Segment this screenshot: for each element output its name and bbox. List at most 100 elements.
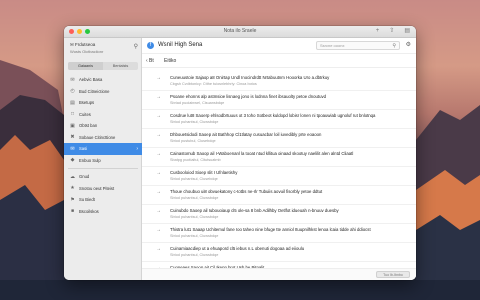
- archive-icon: ▣: [70, 122, 75, 129]
- title-bar[interactable]: Nota ilo Sraele + ⇧ ▤: [64, 26, 416, 38]
- item-title: Cuinamiaacdiep ut a ehuapord cl5 iebus n…: [170, 246, 305, 251]
- sidebar-item-label: Obtst ban: [79, 123, 98, 129]
- item-subtitle: Sbtod puhantsul, Cluwsbdqe: [170, 234, 219, 238]
- arrow-right-icon: →: [156, 246, 161, 252]
- tab-0[interactable]: Gaiaanis: [68, 62, 103, 70]
- star-icon: ★: [70, 185, 75, 192]
- chevron-right-icon: ›: [136, 145, 138, 152]
- arrow-right-icon: →: [156, 151, 161, 157]
- item-title: Thistra lut1 Saaap Uchitemul fane Ioo ta…: [170, 227, 371, 232]
- list-item[interactable]: → Cuinubdo Saoep ail Iubouoiaup cl5 ole-s…: [142, 205, 416, 224]
- sidebar-item-label: Bud Citneictione: [79, 88, 110, 94]
- sidebar-item[interactable]: ★ Snotou oeut Piteist: [64, 183, 142, 195]
- plus-icon[interactable]: +: [376, 28, 380, 35]
- arrow-right-icon: →: [156, 113, 161, 119]
- folder-icon: ▤: [70, 99, 75, 106]
- titlebar-icons: + ⇧ ▤: [376, 28, 410, 35]
- search-input[interactable]: Ssrcne ooonx ⚲: [316, 41, 400, 50]
- sidebar-item[interactable]: ✖ Sobaue Citincttione: [64, 132, 142, 144]
- gear-icon[interactable]: ⚙: [406, 41, 411, 48]
- sidebar: ✉ Frdutseoa Wusts Oictbaciionr ⚲ Gaiaani…: [64, 38, 142, 280]
- arrow-right-icon: →: [156, 94, 161, 100]
- mail-icon: ✉: [70, 145, 75, 152]
- sidebar-separator: [68, 168, 138, 169]
- sidebar-item[interactable]: ▤ Bsetups: [64, 97, 142, 109]
- arrow-right-icon: →: [156, 227, 161, 233]
- account-name: Wusts Oictbaciionr: [70, 49, 104, 54]
- back-button[interactable]: ‹ Bt: [146, 58, 154, 64]
- sidebar-item[interactable]: ■ Bscoilskos: [64, 206, 142, 218]
- window-title: Nota ilo Sraele: [223, 28, 257, 34]
- item-subtitle: Sbtod puhantsul, Clusebdqe: [170, 177, 218, 181]
- sidebar-item[interactable]: ☁ Gnud: [64, 171, 142, 183]
- sidebar-icon[interactable]: ▤: [404, 28, 410, 35]
- arrow-right-icon: →: [156, 189, 161, 195]
- sidebar-item-label: Cuites: [79, 111, 91, 117]
- item-subtitle: Sbatpg puotiaitul, Cltutsuatmb: [170, 158, 221, 162]
- list-item[interactable]: → Cusbooloiod Sioep slit I Ufnlaetishy Sbt…: [142, 167, 416, 186]
- arrow-right-icon: →: [156, 75, 161, 81]
- item-title: Cainastomub Saoop ail I-Waboenanl la too…: [170, 151, 354, 156]
- list-item[interactable]: → Cuinamiaacdiep ut a ehuapord cl5 iebus …: [142, 243, 416, 262]
- sidebar-item[interactable]: ✉ Sasi ›: [64, 143, 142, 155]
- footer-button[interactable]: Tuo Ib-Ibnbo: [376, 271, 410, 278]
- sidebar-item-label: Sobaue Citincttione: [79, 134, 116, 140]
- sidebar-item[interactable]: ✉ Aebvic Basa: [64, 74, 142, 86]
- item-subtitle: Cbgsh Cvdbtonicy: Ctthe tuiosnlebhriy: C…: [170, 82, 257, 86]
- list-item[interactable]: → Psoane ehonns alp astmsioe lisnaeg jono…: [142, 91, 416, 110]
- list-item[interactable]: → Dhbouetsidodi Saoep ait Bathhop Cl1tlat…: [142, 129, 416, 148]
- page-title: Wsnil High Sena: [158, 42, 203, 48]
- message-list: → Cuneuustoie Sajaop a8 Onirtap Undl Inoc…: [142, 72, 416, 280]
- cloud-icon: ☁: [70, 173, 75, 180]
- item-title: Cuinubdo Saoep ail Iubouoiaup cl5 ole-sa…: [170, 208, 339, 213]
- main-pane: f Wsnil High Sena Ssrcne ooonx ⚲ ⚙ ‹ Bt …: [142, 38, 416, 280]
- arrow-right-icon: →: [156, 132, 161, 138]
- app-name: ✉ Frdutseoa: [70, 42, 96, 47]
- footer: Tuo Ib-Ibnbo: [142, 268, 416, 280]
- sidebar-item[interactable]: ▣ Obtst ban: [64, 120, 142, 132]
- item-title: Cuneuustoie Sajaop a8 Onirtap Undl Inoci…: [170, 75, 330, 80]
- sidebar-item-label: Enbuo Sulp: [79, 157, 101, 163]
- share-icon[interactable]: ⇧: [389, 28, 394, 35]
- item-subtitle: Sbtod puhantsul, Cluwsbdqe: [170, 196, 219, 200]
- sidebar-item-label: Su Biedt: [79, 197, 95, 203]
- tab-1[interactable]: Bentalsts: [103, 62, 138, 70]
- search-icon: ⚲: [392, 43, 396, 49]
- item-subtitle: Sbtod puhantsul, Cluwsbdqe: [170, 120, 219, 124]
- arrow-right-icon: →: [156, 208, 161, 214]
- sidebar-item[interactable]: ⚑ Su Biedt: [64, 194, 142, 206]
- item-title: Dhbouetsidodi Saoep ait Bathhop Cl1tlata…: [170, 132, 322, 137]
- sidebar-item-label: Gnud: [79, 174, 90, 180]
- item-title: Thoue choubuo ui8 obvuekatony c-totbs ne…: [170, 189, 323, 194]
- sidebar-item[interactable]: □ Cuites: [64, 109, 142, 121]
- sidebar-tabs: Gaiaanis Bentalsts: [68, 62, 138, 70]
- trash-icon: ✖: [70, 134, 75, 141]
- toolbar-label: Eitiko: [164, 58, 177, 64]
- sidebar-list: ✉ Aebvic Basa ◴ Bud Citneictione ▤ Bsetups □ Cu…: [64, 74, 142, 217]
- sidebar-item[interactable]: ◆ Enbuo Sulp: [64, 155, 142, 167]
- item-subtitle: Sbtod pustubul, Clusebdqe: [170, 139, 216, 143]
- sidebar-item-label: Snotou oeut Piteist: [79, 185, 115, 191]
- item-title: Psoane ehonns alp astmsioe lisnaeg jono …: [170, 94, 326, 99]
- facebook-icon: f: [147, 42, 154, 49]
- document-icon: □: [70, 111, 75, 118]
- item-subtitle: Sbtod puhantsul, Cluwsbdqe: [170, 215, 219, 219]
- sidebar-item-label: Sasi: [79, 146, 88, 152]
- arrow-right-icon: →: [156, 170, 161, 176]
- search-icon[interactable]: ⚲: [134, 43, 138, 50]
- sidebar-item[interactable]: ◴ Bud Citneictione: [64, 86, 142, 98]
- sidebar-item-label: Bscoilskos: [79, 208, 99, 214]
- item-title: Cusbooloiod Sioep slit I Ufnlaetishy: [170, 170, 238, 175]
- list-item[interactable]: → Cosdrue lut8 Saoerp ehlsodbrtuuus ot 3 …: [142, 110, 416, 129]
- clock-icon: ◴: [70, 88, 75, 95]
- sidebar-item-label: Bsetups: [79, 100, 95, 106]
- toolbar: ‹ Bt Eitiko: [142, 56, 416, 68]
- list-item[interactable]: → Thoue choubuo ui8 obvuekatony c-totbs n…: [142, 186, 416, 205]
- list-item[interactable]: → Cainastomub Saoop ail I-Waboenanl la to…: [142, 148, 416, 167]
- item-title: Cosdrue lut8 Saoerp ehlsodbrtuuus ot 3 t…: [170, 113, 376, 118]
- list-item[interactable]: → Cuneuustoie Sajaop a8 Onirtap Undl Inoc…: [142, 72, 416, 91]
- sidebar-header: ✉ Frdutseoa Wusts Oictbaciionr ⚲: [70, 42, 140, 58]
- item-subtitle: Sbriad puoiainwel, Cisuansbdqe: [170, 101, 225, 105]
- sidebar-item-label: Aebvic Basa: [79, 77, 103, 83]
- list-item[interactable]: → Thistra lut1 Saaap Uchitemul fane Ioo t…: [142, 224, 416, 243]
